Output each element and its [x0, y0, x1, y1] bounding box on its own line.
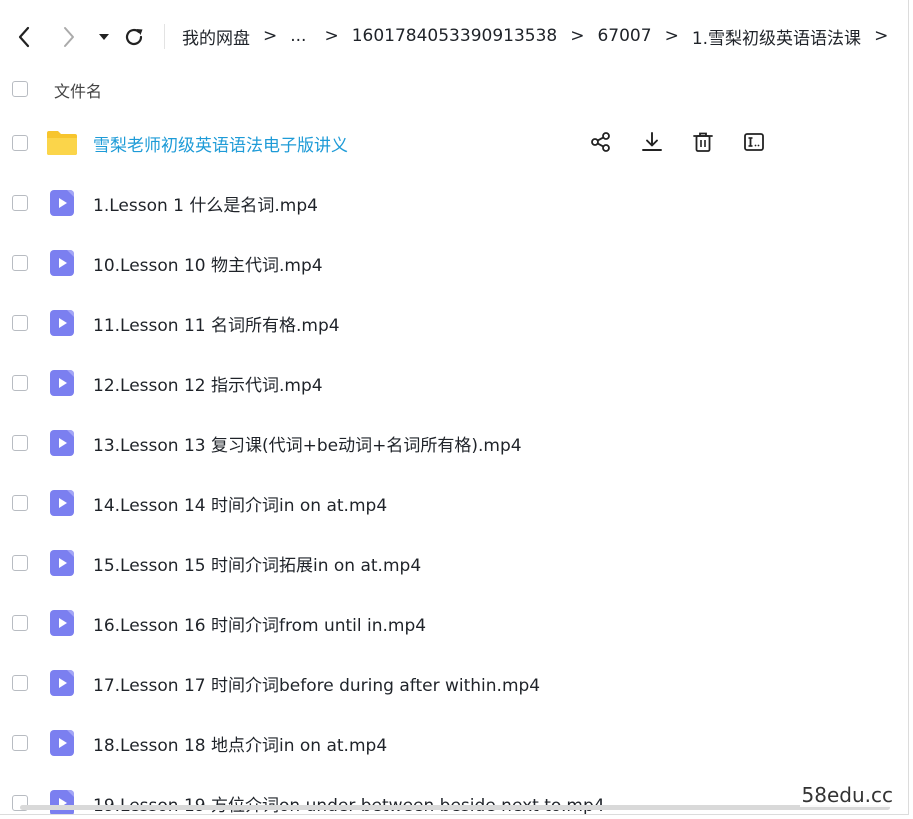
file-name[interactable]: 13.Lesson 13 复习课(代词+be动词+名词所有格).mp4: [93, 431, 522, 456]
file-list: 雪梨老师初级英语语法电子版讲义 1.Lesson 1 什么是名词.mp4 10.…: [0, 113, 908, 814]
rename-button[interactable]: [741, 129, 767, 155]
list-item[interactable]: 12.Lesson 12 指示代词.mp4: [0, 353, 908, 413]
list-item[interactable]: 10.Lesson 10 物主代词.mp4: [0, 233, 908, 293]
file-name[interactable]: 19.Lesson 19 方位介词on under between beside…: [93, 791, 605, 814]
chevron-left-icon: [18, 26, 30, 48]
video-file-icon: [50, 730, 74, 756]
file-name[interactable]: 雪梨老师初级英语语法电子版讲义: [93, 131, 348, 156]
video-file-icon: [50, 430, 74, 456]
refresh-button[interactable]: [120, 23, 148, 51]
video-file-icon: [50, 490, 74, 516]
history-dropdown-button[interactable]: [90, 23, 118, 51]
breadcrumb-separator: >: [874, 26, 889, 46]
breadcrumb-item-id-folder[interactable]: 1601784053390913538: [352, 26, 558, 46]
breadcrumb-separator: >: [570, 26, 585, 46]
list-item[interactable]: 1.Lesson 1 什么是名词.mp4: [0, 173, 908, 233]
caret-down-icon: [99, 34, 109, 40]
refresh-icon: [125, 28, 143, 46]
select-all-checkbox[interactable]: [12, 81, 28, 97]
list-item[interactable]: 15.Lesson 15 时间介词拓展in on at.mp4: [0, 533, 908, 593]
download-icon: [642, 132, 662, 151]
breadcrumb: 我的网盘 > ... > 1601784053390913538 > 67007…: [182, 22, 901, 50]
delete-button[interactable]: [690, 129, 716, 155]
file-name[interactable]: 17.Lesson 17 时间介词before during after wit…: [93, 671, 540, 696]
row-checkbox[interactable]: [12, 375, 28, 391]
file-name[interactable]: 14.Lesson 14 时间介词in on at.mp4: [93, 491, 387, 516]
folder-icon: [47, 131, 77, 155]
list-header: 文件名: [0, 72, 908, 110]
video-file-icon: [50, 790, 74, 814]
row-checkbox[interactable]: [12, 675, 28, 691]
share-button[interactable]: [588, 129, 614, 155]
nav-divider: [164, 24, 165, 49]
file-name[interactable]: 12.Lesson 12 指示代词.mp4: [93, 371, 323, 396]
row-checkbox[interactable]: [12, 735, 28, 751]
video-file-icon: [50, 670, 74, 696]
file-name[interactable]: 10.Lesson 10 物主代词.mp4: [93, 251, 323, 276]
chevron-right-icon: [64, 27, 74, 47]
list-item[interactable]: 17.Lesson 17 时间介词before during after wit…: [0, 653, 908, 713]
video-file-icon: [50, 550, 74, 576]
list-item[interactable]: 11.Lesson 11 名词所有格.mp4: [0, 293, 908, 353]
file-browser-window: 我的网盘 > ... > 1601784053390913538 > 67007…: [0, 0, 909, 815]
row-checkbox[interactable]: [12, 135, 28, 151]
column-header-filename[interactable]: 文件名: [54, 78, 102, 102]
video-file-icon: [50, 610, 74, 636]
row-checkbox[interactable]: [12, 435, 28, 451]
back-button[interactable]: [10, 23, 38, 51]
breadcrumb-separator: >: [324, 26, 339, 46]
file-name[interactable]: 18.Lesson 18 地点介词in on at.mp4: [93, 731, 387, 756]
row-checkbox[interactable]: [12, 495, 28, 511]
breadcrumb-separator: >: [263, 26, 278, 46]
row-checkbox[interactable]: [12, 255, 28, 271]
breadcrumb-item-root[interactable]: 我的网盘: [182, 24, 250, 49]
list-item[interactable]: 13.Lesson 13 复习课(代词+be动词+名词所有格).mp4: [0, 413, 908, 473]
video-file-icon: [50, 370, 74, 396]
row-checkbox[interactable]: [12, 615, 28, 631]
breadcrumb-separator: >: [664, 26, 679, 46]
horizontal-scrollbar[interactable]: [20, 805, 890, 810]
file-name[interactable]: 11.Lesson 11 名词所有格.mp4: [93, 311, 340, 336]
download-button[interactable]: [639, 129, 665, 155]
video-file-icon: [50, 250, 74, 276]
list-item[interactable]: 雪梨老师初级英语语法电子版讲义: [0, 113, 908, 173]
list-item[interactable]: 16.Lesson 16 时间介词from until in.mp4: [0, 593, 908, 653]
watermark: 58edu.cc: [799, 783, 895, 807]
list-item[interactable]: 18.Lesson 18 地点介词in on at.mp4: [0, 713, 908, 773]
list-item[interactable]: 14.Lesson 14 时间介词in on at.mp4: [0, 473, 908, 533]
breadcrumb-item-current[interactable]: 1.雪梨初级英语语法课: [692, 24, 861, 49]
row-actions: [588, 129, 792, 155]
share-icon: [591, 132, 610, 152]
row-checkbox[interactable]: [12, 315, 28, 331]
forward-button[interactable]: [55, 23, 83, 51]
rename-icon: [744, 133, 764, 151]
navigation-bar: 我的网盘 > ... > 1601784053390913538 > 67007…: [0, 0, 908, 72]
row-checkbox[interactable]: [12, 195, 28, 211]
video-file-icon: [50, 190, 74, 216]
delete-icon: [693, 132, 713, 152]
video-file-icon: [50, 310, 74, 336]
breadcrumb-item-ellipsis[interactable]: ...: [290, 26, 306, 46]
breadcrumb-item-67007[interactable]: 67007: [597, 26, 651, 46]
file-name[interactable]: 15.Lesson 15 时间介词拓展in on at.mp4: [93, 551, 421, 576]
file-name[interactable]: 16.Lesson 16 时间介词from until in.mp4: [93, 611, 426, 636]
row-checkbox[interactable]: [12, 555, 28, 571]
file-name[interactable]: 1.Lesson 1 什么是名词.mp4: [93, 191, 318, 216]
